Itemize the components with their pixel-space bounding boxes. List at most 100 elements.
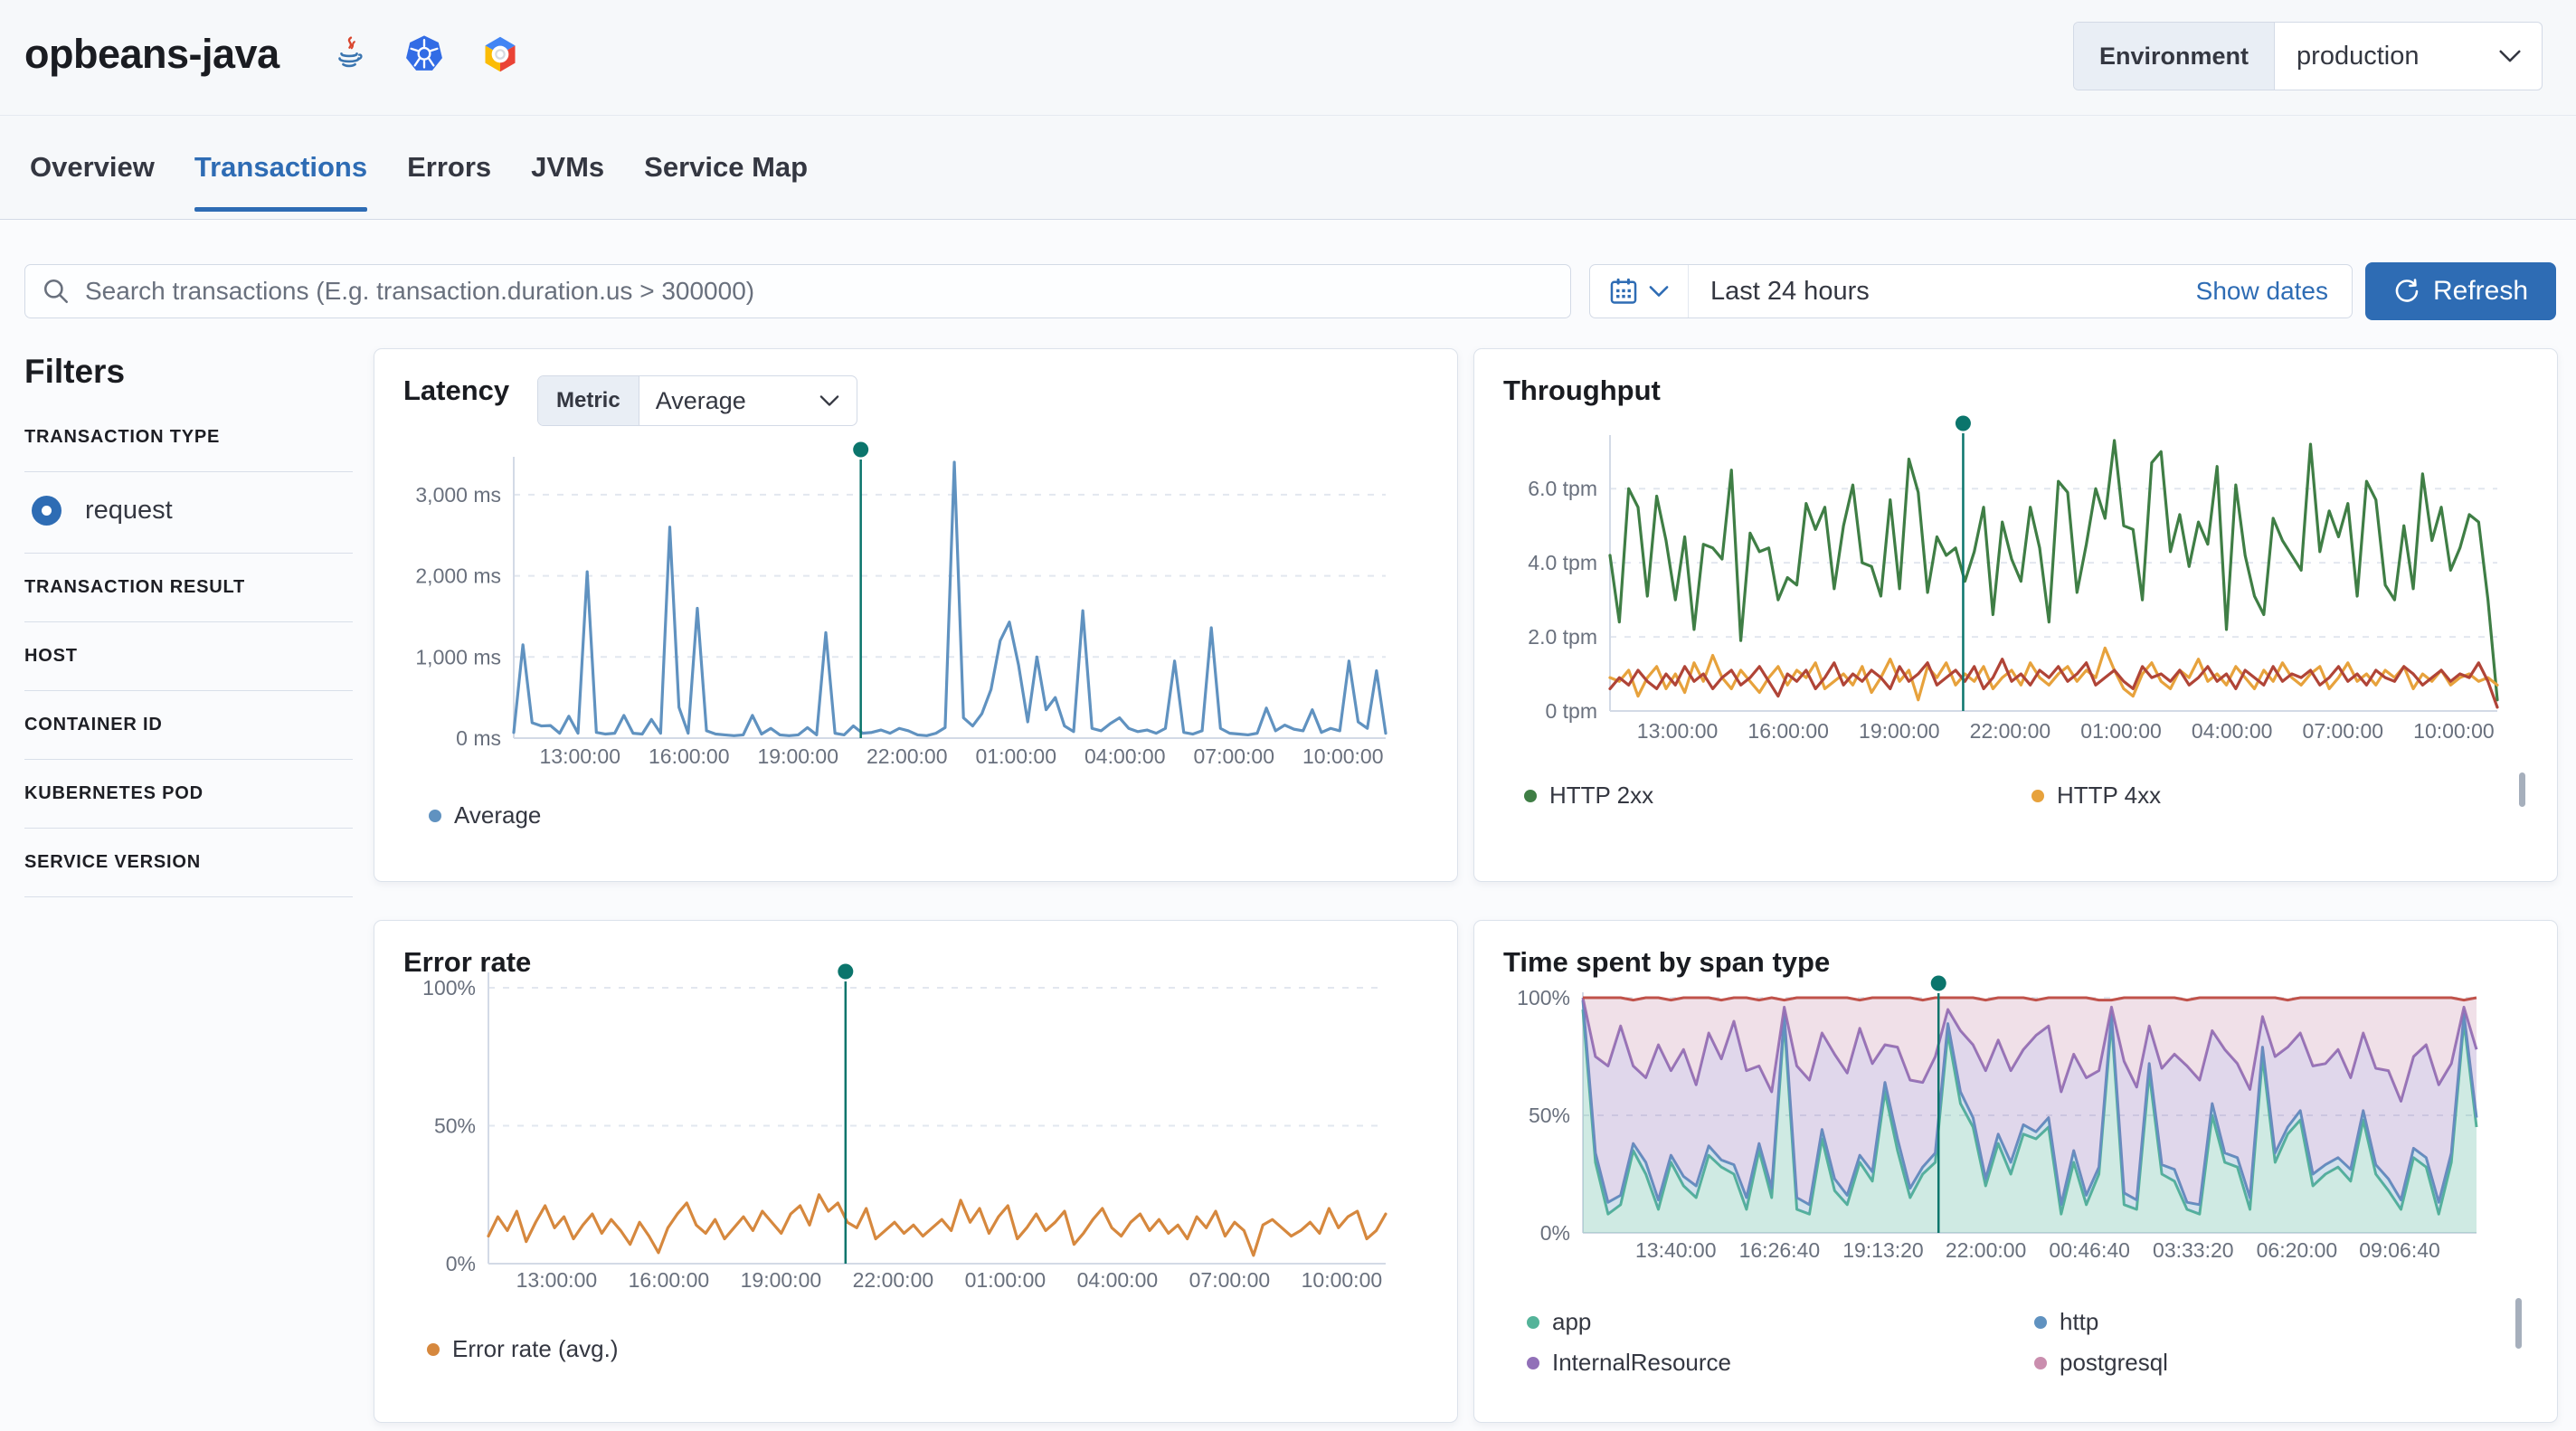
x-axis-label: 16:00:00 — [629, 1268, 710, 1292]
x-axis-label: 16:00:00 — [649, 744, 730, 768]
error_rate-plot-svg: 0%50%100%13:00:0016:00:0019:00:0022:00:0… — [403, 951, 1430, 1299]
environment-label: Environment — [2074, 23, 2275, 90]
x-axis-label: 22:00:00 — [1970, 719, 2051, 743]
filters-title: Filters — [24, 353, 353, 391]
legend-dot — [2034, 1357, 2047, 1369]
radio-checked-icon[interactable] — [32, 496, 62, 526]
chevron-down-icon — [819, 376, 857, 425]
x-axis-label: 22:00:00 — [1946, 1238, 2027, 1262]
y-axis-label: 100% — [422, 976, 476, 1000]
filter-section-service-version[interactable]: SERVICE VERSION — [24, 852, 353, 873]
x-axis-label: 10:00:00 — [1302, 1268, 1383, 1292]
legend-item[interactable]: postgresql — [2034, 1349, 2168, 1377]
filter-section-transaction-type[interactable]: TRANSACTION TYPE — [24, 427, 353, 448]
tab-transactions[interactable]: Transactions — [194, 116, 367, 219]
environment-select[interactable]: Environment production — [2073, 22, 2543, 90]
y-axis-label: 50% — [434, 1114, 476, 1137]
legend-dot — [427, 1343, 440, 1356]
legend-dot — [2034, 1316, 2047, 1329]
throughput-legend: HTTP 2xx HTTP 4xx — [1524, 782, 2161, 810]
throughput-panel: Throughput 0 tpm2.0 tpm4.0 tpm6.0 tpm13:… — [1473, 348, 2558, 882]
x-axis-label: 07:00:00 — [1193, 744, 1274, 768]
error-rate-chart[interactable]: 0%50%100%13:00:0016:00:0019:00:0022:00:0… — [403, 951, 1430, 1303]
y-axis-label: 2.0 tpm — [1528, 625, 1597, 649]
y-axis-label: 0% — [1540, 1221, 1570, 1245]
tab-service-map[interactable]: Service Map — [644, 116, 808, 219]
filter-section-container-id[interactable]: CONTAINER ID — [24, 715, 353, 735]
x-axis-label: 19:00:00 — [741, 1268, 822, 1292]
date-picker: Last 24 hours Show dates — [1589, 264, 2353, 318]
radio-label: request — [85, 496, 173, 526]
legend-scrollbar[interactable] — [2515, 1298, 2522, 1349]
legend-item[interactable]: Error rate (avg.) — [427, 1335, 619, 1363]
y-axis-label: 100% — [1517, 986, 1570, 1009]
time-spent-legend: apphttp InternalResource postgresql — [1527, 1308, 2168, 1377]
panel-title: Throughput — [1503, 374, 1661, 407]
latency-plot-svg: 0 ms1,000 ms2,000 ms3,000 ms13:00:0016:0… — [403, 431, 1430, 783]
legend-item[interactable]: http — [2034, 1308, 2168, 1336]
latency-chart[interactable]: 0 ms1,000 ms2,000 ms3,000 ms13:00:0016:0… — [403, 431, 1430, 788]
transaction-type-option[interactable]: request — [24, 472, 353, 554]
environment-value: production — [2275, 23, 2498, 90]
latency-metric-select[interactable]: Metric Average — [537, 375, 857, 426]
metric-select-value: Average — [639, 376, 819, 425]
tab-bar: Overview Transactions Errors JVMs Servic… — [0, 116, 2576, 220]
legend-dot — [1527, 1357, 1539, 1369]
legend-label: HTTP 2xx — [1549, 782, 1653, 810]
legend-label: http — [2060, 1308, 2098, 1336]
metric-select-label: Metric — [538, 376, 639, 425]
java-icon — [330, 35, 368, 73]
legend-scrollbar[interactable] — [2519, 772, 2525, 807]
time-range-label[interactable]: Last 24 hours — [1689, 277, 1870, 307]
tab-overview[interactable]: Overview — [30, 116, 155, 219]
throughput-chart[interactable]: 0 tpm2.0 tpm4.0 tpm6.0 tpm13:00:0016:00:… — [1503, 408, 2530, 761]
search-icon — [42, 277, 71, 306]
error-rate-legend: Error rate (avg.) — [427, 1335, 619, 1363]
legend-item[interactable]: app — [1527, 1308, 2034, 1336]
y-axis-label: 1,000 ms — [415, 645, 501, 668]
x-axis-label: 03:33:20 — [2153, 1238, 2234, 1262]
legend-dot — [429, 810, 441, 822]
latency-panel: Latency Metric Average 0 ms 1,000 ms 2,000… — [374, 348, 1458, 882]
time-spent-panel: Time spent by span type 0%50%100%13:40:0… — [1473, 920, 2558, 1423]
legend-label: postgresql — [2060, 1349, 2168, 1377]
x-axis-label: 04:00:00 — [1084, 744, 1166, 768]
legend-item[interactable]: Average — [429, 801, 541, 829]
annotation-marker — [1956, 416, 1971, 431]
refresh-button[interactable]: Refresh — [2365, 262, 2556, 320]
annotation-marker — [1931, 976, 1946, 991]
series-Error rate (avg.) — [488, 1195, 1386, 1256]
filter-section-host[interactable]: HOST — [24, 646, 353, 667]
y-axis-label: 3,000 ms — [415, 483, 501, 507]
calendar-dropdown-button[interactable] — [1590, 265, 1689, 317]
y-axis-label: 2,000 ms — [415, 564, 501, 588]
refresh-icon — [2393, 278, 2420, 305]
tab-errors[interactable]: Errors — [407, 116, 491, 219]
search-bar — [24, 264, 1571, 318]
x-axis-label: 01:00:00 — [965, 1268, 1046, 1292]
legend-item[interactable]: HTTP 2xx — [1524, 782, 2031, 810]
agent-icons — [330, 34, 520, 74]
legend-dot — [1524, 790, 1537, 802]
y-axis-label: 0% — [446, 1252, 476, 1275]
x-axis-label: 22:00:00 — [853, 1268, 934, 1292]
legend-item[interactable]: InternalResource — [1527, 1349, 2034, 1377]
series-HTTP 5xx — [1610, 659, 2497, 707]
panel-title: Latency — [403, 374, 509, 407]
filter-section-kubernetes-pod[interactable]: KUBERNETES POD — [24, 783, 353, 804]
time-spent-chart[interactable]: 0%50%100%13:40:0016:26:4019:13:2022:00:0… — [1503, 955, 2530, 1281]
x-axis-label: 00:46:40 — [2049, 1238, 2130, 1262]
legend-dot — [1527, 1316, 1539, 1329]
tab-jvms[interactable]: JVMs — [531, 116, 604, 219]
x-axis-label: 10:00:00 — [1302, 744, 1384, 768]
chevron-down-icon — [2498, 23, 2542, 90]
divider — [24, 896, 353, 897]
y-axis-label: 50% — [1529, 1104, 1570, 1127]
x-axis-label: 13:00:00 — [1637, 719, 1719, 743]
legend-label: Error rate (avg.) — [452, 1335, 619, 1363]
y-axis-label: 0 ms — [456, 726, 501, 750]
show-dates-link[interactable]: Show dates — [2196, 277, 2352, 306]
search-input[interactable] — [85, 277, 1554, 306]
legend-item[interactable]: HTTP 4xx — [2031, 782, 2161, 810]
filter-section-transaction-result[interactable]: TRANSACTION RESULT — [24, 577, 353, 598]
